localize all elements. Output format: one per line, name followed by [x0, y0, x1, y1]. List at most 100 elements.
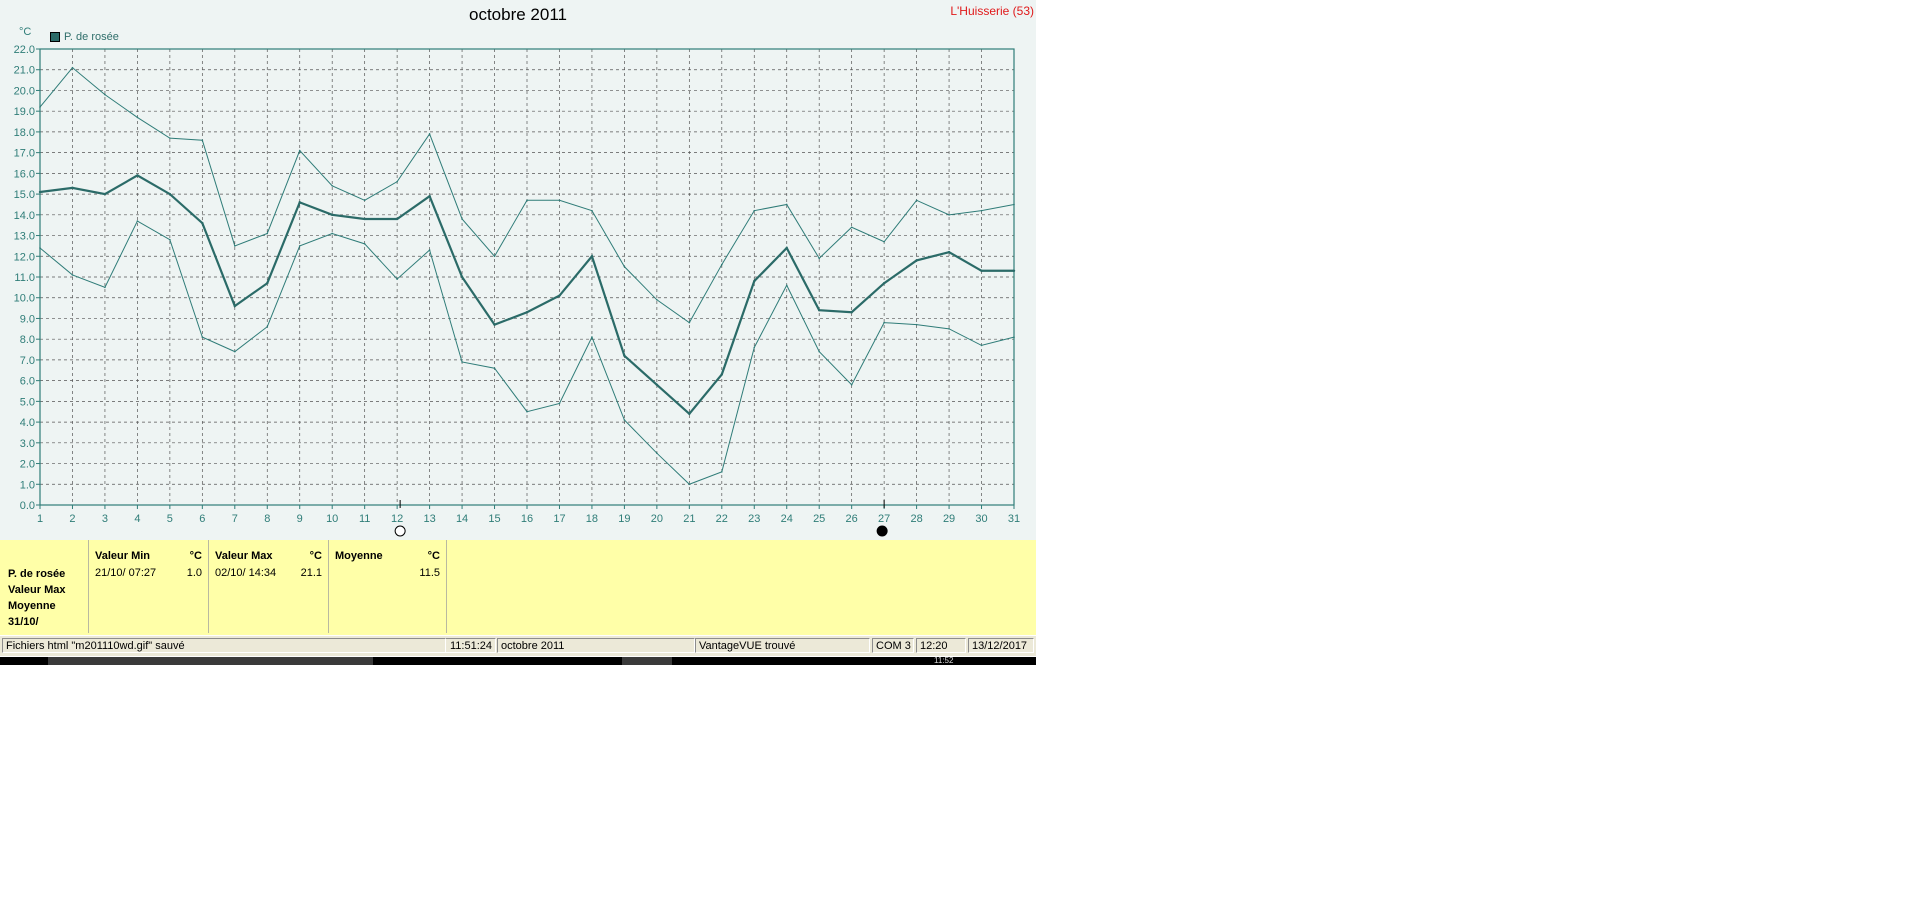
data-point-avg — [688, 412, 691, 415]
row-label-avg: Moyenne — [8, 600, 56, 612]
status-period: octobre 2011 — [497, 638, 695, 653]
stats-panel: P. de rosée Valeur Max Moyenne 31/10/ Va… — [0, 540, 1036, 635]
y-tick-label: 2.0 — [20, 459, 35, 471]
x-tick-label: 12 — [391, 513, 403, 525]
x-tick-label: 30 — [975, 513, 987, 525]
y-tick-label: 14.0 — [14, 210, 35, 222]
x-tick-label: 19 — [618, 513, 630, 525]
data-point-max — [428, 133, 431, 135]
data-point-max — [39, 106, 41, 108]
data-point-max — [915, 199, 918, 202]
y-tick-label: 7.0 — [20, 355, 35, 367]
data-point-max — [656, 299, 658, 301]
min-time: 21/10/ 07:27 — [95, 567, 157, 579]
x-tick-label: 9 — [297, 513, 303, 525]
data-point-max — [818, 257, 820, 260]
max-value: 21.1 — [300, 567, 322, 579]
taskbar-item[interactable] — [48, 657, 373, 665]
data-point-min — [818, 350, 820, 353]
data-point-max — [883, 240, 885, 243]
y-tick-label: 19.0 — [14, 106, 35, 118]
data-point-min — [298, 245, 301, 247]
x-tick-label: 24 — [781, 513, 793, 525]
x-tick-label: 18 — [586, 513, 598, 525]
data-point-avg — [850, 311, 853, 314]
y-tick-label: 13.0 — [14, 231, 35, 243]
data-point-max — [298, 149, 301, 152]
data-point-max — [136, 116, 139, 119]
x-tick-label: 22 — [716, 513, 728, 525]
data-point-max — [266, 232, 269, 235]
row-label-date: 31/10/ — [8, 616, 39, 628]
data-point-max — [980, 209, 983, 212]
avg-header: Moyenne — [335, 550, 383, 562]
data-point-avg — [1012, 269, 1016, 272]
x-tick-label: 14 — [456, 513, 468, 525]
data-point-min — [948, 328, 950, 330]
x-tick-label: 1 — [37, 513, 43, 525]
data-point-max — [461, 218, 463, 220]
data-point-avg — [38, 190, 42, 194]
x-tick-label: 23 — [748, 513, 760, 525]
data-point-min — [104, 286, 106, 289]
data-point-min — [850, 383, 853, 386]
x-tick-label: 10 — [326, 513, 338, 525]
data-point-max — [104, 93, 106, 96]
y-tick-label: 11.0 — [14, 272, 35, 284]
data-point-avg — [882, 282, 886, 285]
x-tick-label: 3 — [102, 513, 108, 525]
data-point-max — [1013, 203, 1015, 206]
x-tick-label: 17 — [553, 513, 565, 525]
full-moon-marker — [876, 525, 888, 537]
status-message: Fichiers html "m201110wd.gif" sauvé — [2, 638, 446, 653]
x-tick-label: 25 — [813, 513, 825, 525]
x-tick-label: 15 — [488, 513, 500, 525]
y-unit-label: °C — [19, 26, 32, 38]
y-tick-label: 12.0 — [14, 251, 35, 263]
data-point-avg — [655, 383, 659, 386]
y-tick-label: 16.0 — [14, 168, 35, 180]
avg-value: 11.5 — [419, 567, 440, 579]
data-point-avg — [590, 255, 594, 258]
data-point-avg — [558, 294, 561, 297]
x-tick-label: 16 — [521, 513, 533, 525]
data-point-min — [136, 220, 139, 222]
data-point-avg — [785, 246, 788, 250]
data-point-min — [688, 483, 691, 486]
data-point-avg — [980, 269, 983, 272]
y-tick-label: 1.0 — [20, 479, 35, 491]
data-point-max — [558, 199, 561, 202]
x-tick-label: 26 — [846, 513, 858, 525]
status-port: COM 3 — [872, 638, 914, 653]
data-point-min — [1013, 336, 1015, 338]
y-tick-label: 18.0 — [14, 127, 35, 139]
data-point-avg — [71, 186, 74, 190]
chart-panel: 0.0 1.0 2.0 3.0 4.0 5.0 6.0 7.0 8.0 9.0 10.0 11.0 12… — [0, 0, 1036, 540]
taskbar-clock: 11:52 — [934, 657, 954, 665]
data-point-max — [396, 180, 398, 183]
x-tick-label: 8 — [264, 513, 270, 525]
min-value: 1.0 — [186, 567, 202, 579]
data-point-avg — [363, 217, 366, 221]
data-point-min — [493, 367, 496, 370]
legend-label: P. de rosée — [64, 31, 119, 43]
y-tick-label: 15.0 — [14, 189, 35, 201]
data-point-avg — [623, 354, 626, 357]
status-time: 11:51:24 — [446, 638, 496, 653]
data-point-min — [980, 344, 983, 347]
x-tick-label: 13 — [423, 513, 435, 525]
min-header: Valeur Min — [95, 550, 151, 562]
data-point-max — [71, 66, 74, 69]
x-tick-label: 21 — [683, 513, 695, 525]
data-point-avg — [233, 304, 236, 308]
x-tick-label: 29 — [943, 513, 955, 525]
y-tick-label: 21.0 — [14, 65, 35, 77]
taskbar-item[interactable] — [622, 657, 672, 665]
data-point-min — [558, 402, 561, 405]
x-tick-label: 4 — [134, 513, 140, 525]
stats-min-cell: Valeur Min °C 21/10/ 07:27 1.0 — [89, 540, 209, 633]
data-point-min — [201, 336, 204, 338]
data-point-max — [234, 245, 236, 247]
data-point-max — [623, 265, 626, 268]
y-tick-label: 17.0 — [14, 148, 35, 160]
